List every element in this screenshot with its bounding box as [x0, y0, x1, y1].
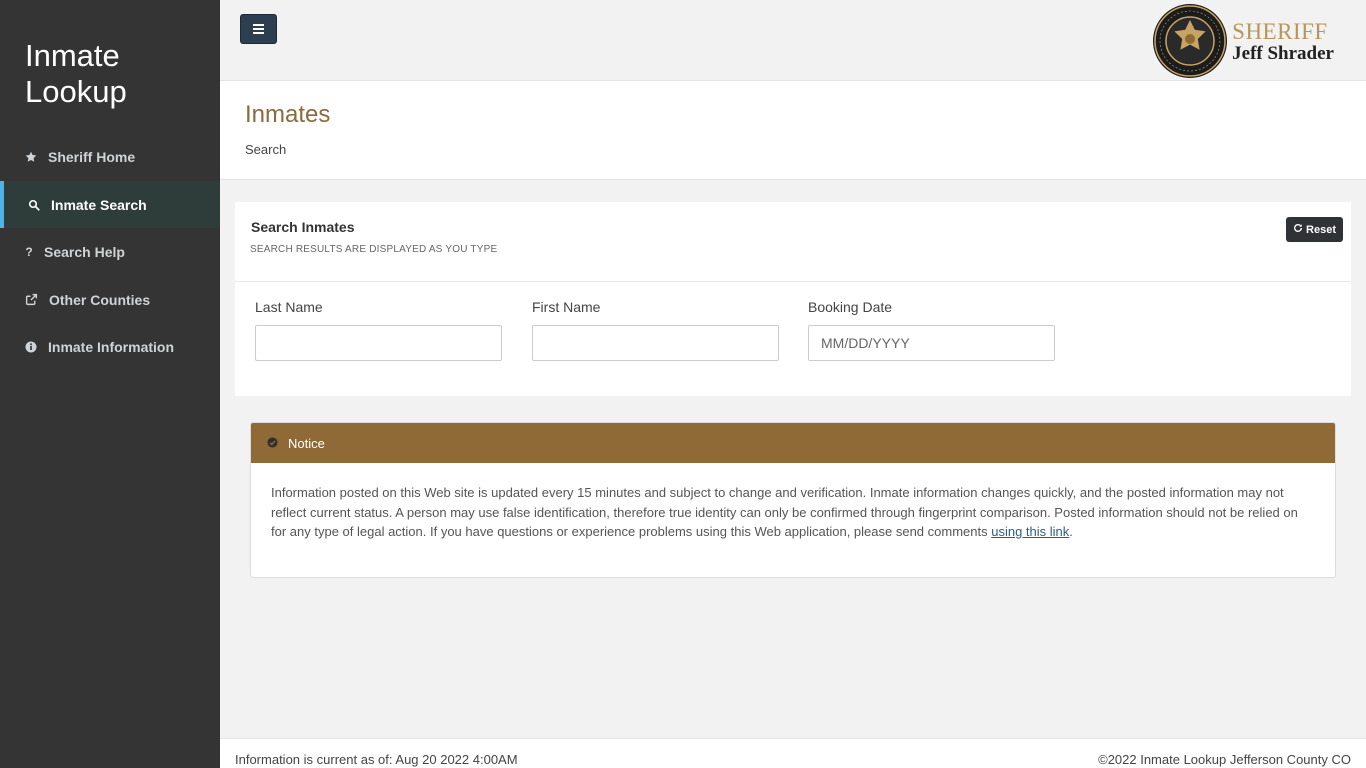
notice-text: Information posted on this Web site is u…: [271, 485, 1298, 539]
sidebar-item-inmate-search[interactable]: Inmate Search: [0, 181, 220, 228]
refresh-icon: [1293, 223, 1303, 236]
booking-date-label: Booking Date: [808, 299, 893, 315]
first-name-field: First Name: [532, 299, 779, 361]
search-card: Search Inmates SEARCH RESULTS ARE DISPLA…: [235, 202, 1351, 396]
search-card-subtitle: SEARCH RESULTS ARE DISPLAYED AS YOU TYPE: [250, 244, 498, 255]
external-link-icon: [25, 293, 38, 306]
comments-link[interactable]: using this link: [991, 524, 1069, 539]
sidebar-item-sheriff-home[interactable]: Sheriff Home: [0, 133, 220, 180]
last-name-field: Last Name: [255, 299, 502, 361]
notice-title: Notice: [288, 435, 325, 451]
card-divider: [235, 281, 1351, 282]
sidebar-item-other-counties[interactable]: Other Counties: [0, 276, 220, 323]
question-icon: ?: [25, 244, 33, 259]
copyright: ©2022 Inmate Lookup Jefferson County CO: [1098, 752, 1351, 767]
sidebar-item-label: Sheriff Home: [48, 148, 136, 165]
sidebar-item-label: Search Help: [44, 243, 125, 260]
reset-button-label: Reset: [1306, 223, 1336, 236]
app-brand[interactable]: Inmate Lookup: [25, 38, 127, 110]
sheriff-seal-icon: [1153, 4, 1228, 78]
first-name-label: First Name: [532, 299, 601, 315]
page-title: Inmates: [245, 101, 331, 128]
sidebar: Inmate Lookup Sheriff Home Inmate Search…: [0, 0, 220, 768]
reset-button[interactable]: Reset: [1286, 217, 1343, 242]
top-bar: SHERIFF Jeff Shrader: [220, 0, 1366, 81]
booking-date-field: Booking Date MM/DD/YYYY: [808, 299, 1055, 361]
check-circle-icon: [267, 436, 278, 451]
sidebar-item-search-help[interactable]: ? Search Help: [0, 228, 220, 275]
sidebar-item-inmate-information[interactable]: Inmate Information: [0, 323, 220, 370]
logo-sheriff-name: Jeff Shrader: [1232, 42, 1334, 64]
logo-title: SHERIFF: [1232, 18, 1328, 44]
brand-line-1: Inmate: [25, 38, 120, 73]
last-name-input[interactable]: [255, 325, 502, 361]
notice-panel: Notice Information posted on this Web si…: [250, 422, 1336, 578]
page-header: Inmates Search: [220, 81, 1366, 180]
sidebar-item-label: Other Counties: [49, 291, 151, 308]
footer: Information is current as of: Aug 20 202…: [220, 738, 1366, 768]
search-icon: [28, 199, 40, 211]
brand-line-2: Lookup: [25, 74, 127, 109]
notice-tail: .: [1069, 524, 1073, 539]
sidebar-item-label: Inmate Search: [51, 196, 147, 213]
booking-date-placeholder: MM/DD/YYYY: [821, 335, 910, 351]
sheriff-logo[interactable]: SHERIFF Jeff Shrader: [1152, 3, 1334, 79]
breadcrumb: Search: [245, 142, 287, 157]
search-card-title: Search Inmates: [251, 219, 355, 235]
hamburger-icon: [253, 24, 264, 34]
info-circle-icon: [25, 341, 37, 353]
notice-header: Notice: [251, 423, 1335, 463]
booking-date-input[interactable]: MM/DD/YYYY: [808, 325, 1055, 361]
notice-body: Information posted on this Web site is u…: [251, 463, 1335, 542]
star-icon: [25, 151, 37, 163]
menu-toggle-button[interactable]: [240, 14, 277, 44]
last-name-label: Last Name: [255, 299, 323, 315]
data-current-as-of: Information is current as of: Aug 20 202…: [235, 752, 518, 767]
sidebar-item-label: Inmate Information: [48, 338, 175, 355]
first-name-input[interactable]: [532, 325, 779, 361]
